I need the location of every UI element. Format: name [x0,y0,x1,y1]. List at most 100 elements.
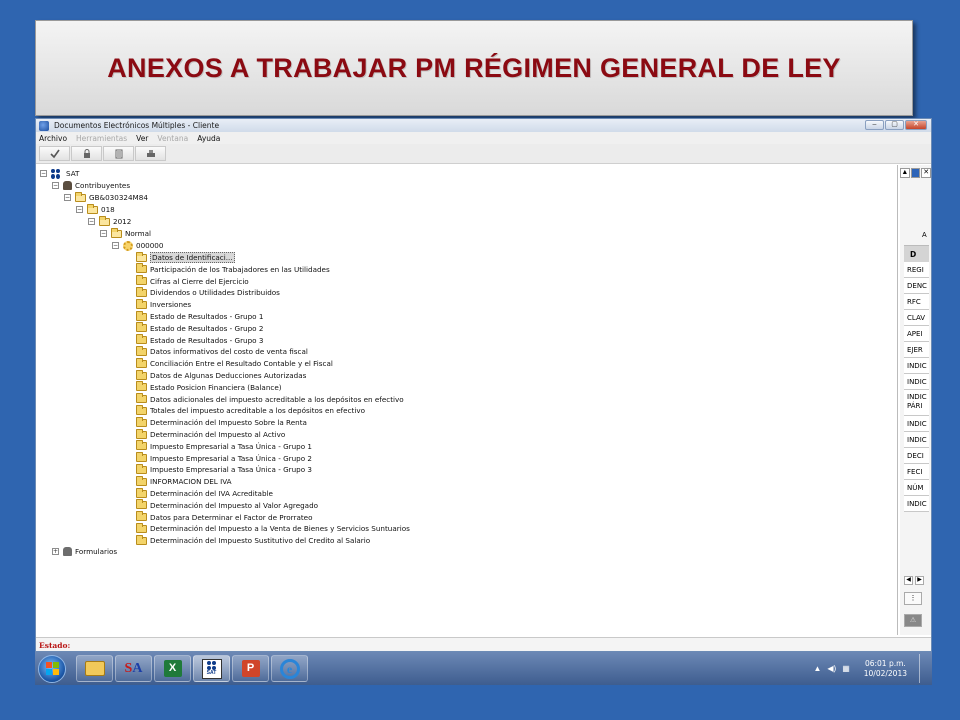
collapse-icon[interactable]: − [40,170,47,177]
tree-node-anexo[interactable]: Determinación del IVA Acreditable [136,487,273,499]
right-panel-scrollbar[interactable]: ◀ ▶ [904,576,929,586]
tree-node-normal[interactable]: − Normal [100,227,151,239]
tree-node-anexo[interactable]: Datos para Determinar el Factor de Prorr… [136,511,313,523]
right-panel-row[interactable]: REGI [904,262,929,278]
tree-node-anexo[interactable]: Datos informativos del costo de venta fi… [136,345,308,357]
taskbar-explorer[interactable] [76,655,113,682]
minimize-icon[interactable]: – [865,120,884,130]
collapse-icon[interactable]: − [100,230,107,237]
tree-node-anexo[interactable]: Datos de Identificaci... [136,251,235,263]
tree-node-anexo[interactable]: Estado de Resultados - Grupo 3 [136,334,263,346]
slide-title-box: ANEXOS A TRABAJAR PM RÉGIMEN GENERAL DE … [35,20,913,116]
lock-button[interactable] [71,146,102,161]
right-panel-row[interactable]: INDIC [904,432,929,448]
right-panel-row[interactable]: RFC [904,294,929,310]
tree-node-sat[interactable]: − SAT [40,168,79,179]
right-panel-row[interactable]: APEI [904,326,929,342]
collapse-icon[interactable]: − [112,242,119,249]
right-panel-row[interactable]: INDIC [904,416,929,432]
right-panel-row[interactable]: INDIC [904,496,929,512]
menu-archivo[interactable]: Archivo [39,134,67,143]
tree-node-anexo[interactable]: Estado de Resultados - Grupo 2 [136,322,263,334]
menu-ver[interactable]: Ver [136,134,148,143]
tree-node-anexo[interactable]: Conciliación Entre el Resultado Contable… [136,357,333,369]
tree-node-anexo[interactable]: Determinación del Impuesto a la Venta de… [136,522,410,534]
right-panel-row[interactable]: NÚM [904,480,929,496]
right-panel-row[interactable]: INDIC [904,358,929,374]
tree-node-anexo[interactable]: Dividendos o Utilidades Distribuidos [136,286,280,298]
right-panel-row[interactable]: DECI [904,448,929,464]
show-desktop-button[interactable] [919,654,928,683]
system-tray: ▲ ◀) ▦ 06:01 p.m. 10/02/2013 [813,652,928,685]
tree-node-year[interactable]: − 2012 [88,215,132,227]
tree-node-anexo[interactable]: Determinación del Impuesto Sobre la Rent… [136,416,307,428]
menu-herramientas[interactable]: Herramientas [76,134,127,143]
volume-icon[interactable]: ◀) [827,664,836,673]
right-panel-row[interactable]: INDIC [904,374,929,390]
tray-arrow-icon[interactable]: ▲ [813,664,821,673]
tree-node-anexo[interactable]: INFORMACION DEL IVA [136,475,232,487]
tree-node-anexo[interactable]: Determinación del Impuesto al Activo [136,428,286,440]
right-panel-row[interactable]: DENC [904,278,929,294]
tree-node-anexo[interactable]: Datos de Algunas Deducciones Autorizadas [136,369,306,381]
tree-label: Determinación del Impuesto al Activo [150,430,286,439]
tree-node-anexo[interactable]: Estado Posicion Financiera (Balance) [136,381,282,393]
taskbar-sat[interactable]: SAT [193,655,230,682]
tree-node-anexo[interactable]: Estado de Resultados - Grupo 1 [136,310,263,322]
scroll-left-icon[interactable]: ◀ [904,576,913,585]
tree-node-anexo[interactable]: Impuesto Empresarial a Tasa Única - Grup… [136,463,312,475]
tree-node-formularios[interactable]: + Formularios [52,546,117,557]
scroll-up-icon[interactable]: ▲ [900,168,910,178]
tree-node-anexo[interactable]: Cifras al Cierre del Ejercicio [136,275,249,287]
right-panel-row[interactable]: EJER [904,342,929,358]
right-panel-row[interactable]: INDIC PÁRI [904,390,929,416]
tree-node-folio[interactable]: − 000000 [112,240,163,251]
window-titlebar[interactable]: Documentos Electrónicos Múltiples - Clie… [36,119,931,132]
taskbar-ie[interactable]: e [271,655,308,682]
collapse-icon[interactable]: − [88,218,95,225]
collapse-icon[interactable]: − [52,182,59,189]
tree-node-anexo[interactable]: Impuesto Empresarial a Tasa Única - Grup… [136,440,312,452]
taskbar-excel[interactable]: X [154,655,191,682]
tree-label: Estado Posicion Financiera (Balance) [150,382,282,392]
taskbar-sa[interactable]: SA [115,655,152,682]
panel-close-icon[interactable]: ✕ [921,168,931,178]
close-icon[interactable]: ✕ [905,120,927,130]
tree-node-anexo[interactable]: Impuesto Empresarial a Tasa Única - Grup… [136,452,312,464]
folder-icon [136,310,147,321]
stamp-icon [146,149,155,157]
tree-node-contribuyentes[interactable]: − Contribuyentes [52,180,130,191]
expand-icon[interactable]: + [52,548,59,555]
status-label: Estado: [39,641,71,650]
right-panel-row[interactable]: CLAV [904,310,929,326]
tree-node-anexo[interactable]: Participación de los Trabajadores en las… [136,263,330,275]
maximize-icon[interactable]: ▢ [885,120,904,130]
validate-button[interactable] [39,146,70,161]
taskbar-powerpoint[interactable]: P [232,655,269,682]
tree-node-anexo[interactable]: Determinación del Impuesto Sustitutivo d… [136,534,370,546]
tree-label: Dividendos o Utilidades Distribuidos [150,288,280,298]
right-panel-row[interactable]: FECI [904,464,929,480]
tree-node-anexo[interactable]: Determinación del Impuesto al Valor Agre… [136,499,318,511]
tree-node-anexo[interactable]: Datos adicionales del impuesto acreditab… [136,393,404,405]
tree-node-rfc[interactable]: − GB&030324M84 [64,191,148,203]
right-panel-nav-button[interactable]: ⋮ [904,592,922,605]
tree-node-ejercicio[interactable]: − 018 [76,203,115,215]
menu-ayuda[interactable]: Ayuda [197,134,220,143]
right-panel-lock-button[interactable]: ⚠ [904,614,922,627]
scroll-right-icon[interactable]: ▶ [915,576,924,585]
tree-view: − SAT − Contribuyentes − GB&030324M84 − … [36,165,898,635]
folder-open-icon [99,215,110,226]
collapse-icon[interactable]: − [64,194,71,201]
tree-node-anexo[interactable]: Inversiones [136,298,191,310]
collapse-icon[interactable]: − [76,206,83,213]
network-icon[interactable]: ▦ [842,664,850,673]
print-button[interactable] [135,146,166,161]
tree-label: 2012 [113,217,132,226]
document-button[interactable] [103,146,134,161]
tree-node-anexo[interactable]: Totales del impuesto acreditable a los d… [136,404,365,416]
menu-ventana[interactable]: Ventana [157,134,188,143]
clock[interactable]: 06:01 p.m. 10/02/2013 [864,659,907,679]
start-button[interactable] [38,654,66,683]
tree-label: Determinación del Impuesto Sobre la Rent… [150,418,307,428]
